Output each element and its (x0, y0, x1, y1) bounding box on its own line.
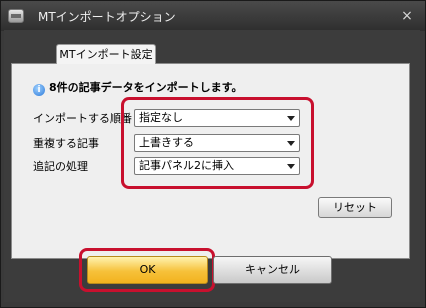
ok-highlight-annotation (79, 248, 215, 292)
info-message-row: i 8件の記事データをインポートします。 (33, 79, 243, 96)
duplicate-articles-label: 重複する記事 (33, 137, 99, 150)
app-window-icon (8, 9, 24, 23)
window-title: MTインポートオプション (38, 10, 176, 24)
title-bar[interactable]: MTインポートオプション × (1, 1, 425, 31)
close-icon[interactable]: × (399, 8, 415, 24)
import-order-label: インポートする順番 (33, 112, 132, 125)
info-icon: i (33, 84, 45, 96)
tab-mt-import-settings[interactable]: MTインポート設定 (56, 44, 156, 64)
info-message: 8件の記事データをインポートします。 (49, 81, 243, 94)
select-highlight-annotation (121, 97, 314, 189)
reset-button[interactable]: リセット (318, 197, 392, 218)
append-handling-label: 追記の処理 (33, 160, 88, 173)
cancel-button[interactable]: キャンセル (213, 256, 332, 284)
